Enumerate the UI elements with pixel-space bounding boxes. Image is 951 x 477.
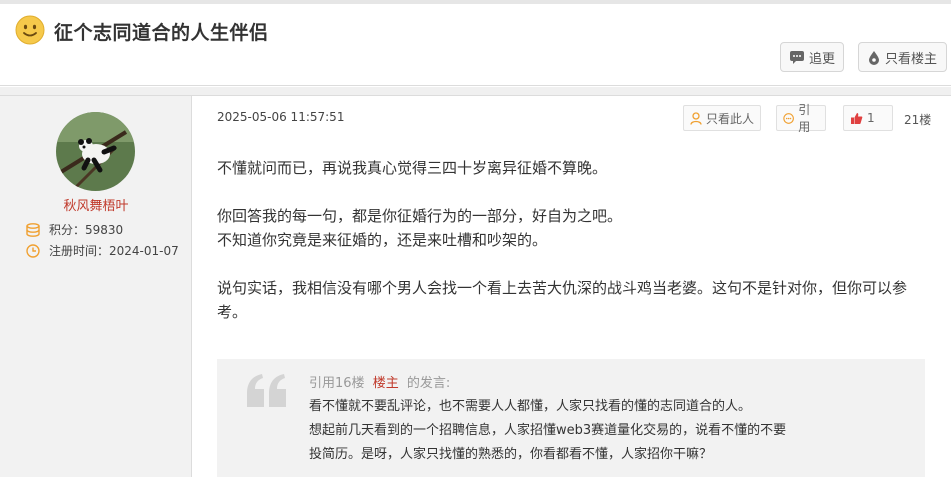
quote-line: 看不懂就不要乱评论，也不需要人人都懂，人家只找看的懂的志同道合的人。 [309, 399, 752, 414]
quote-button[interactable]: 引用 [776, 103, 826, 134]
author-registered: 注册时间：2024-01-07 [26, 242, 179, 259]
floor-number[interactable]: 21楼 [904, 111, 931, 128]
author-sidebar: 秋风舞梧叶 积分：59830 注册时间：2024-01-07 [0, 96, 192, 477]
section-divider [0, 87, 951, 95]
paragraph-spacer [217, 252, 927, 276]
quote-suffix: 的发言: [406, 376, 451, 391]
quote-line: 想起前几天看到的一个招聘信息，人家招懂web3赛道量化交易的，说看不懂的不要 [309, 423, 787, 438]
thread-header: 征个志同道合的人生伴侣 追更 只看楼主 [0, 4, 951, 86]
quoted-post: 引用16楼 楼主 的发言: 看不懂就不要乱评论，也不需要人人都懂，人家只找看的懂… [217, 359, 925, 477]
author-points: 积分：59830 [26, 221, 123, 238]
paragraph: 不知道你究竟是来征婚的，还是来吐槽和吵架的。 [217, 231, 548, 249]
avatar[interactable] [56, 112, 135, 191]
chat-bubble-icon [790, 51, 804, 64]
follow-label: 追更 [809, 51, 836, 67]
quote-label: 引用 [798, 103, 811, 134]
thread-title: 征个志同道合的人生伴侣 [54, 22, 269, 44]
post-body: 不懂就问而已，再说我真心觉得三四十岁离异征婚不算晚。 你回答我的每一句，都是你征… [217, 156, 927, 324]
paragraph: 不懂就问而已，再说我真心觉得三四十岁离异征婚不算晚。 [217, 159, 608, 177]
quote-prefix: 引用16楼 [309, 376, 365, 391]
like-count: 1 [867, 111, 875, 125]
user-icon [690, 111, 702, 125]
quote-owner-link[interactable]: 楼主 [373, 376, 399, 391]
only-view-owner-button[interactable]: 只看楼主 [858, 42, 947, 72]
smiley-icon [15, 15, 45, 45]
author-name[interactable]: 秋风舞梧叶 [0, 195, 192, 214]
quote-text: 看不懂就不要乱评论，也不需要人人都懂，人家只找看的懂的志同道合的人。 想起前几天… [309, 395, 909, 467]
quotation-mark-icon [247, 374, 286, 407]
quote-line: 投简历。是呀，人家只找懂的熟悉的，你看都看不懂，人家招你干嘛？ [309, 447, 713, 462]
post-timestamp: 2025-05-06 11:57:51 [217, 110, 345, 124]
panda-avatar-image [56, 112, 135, 191]
paragraph: 你回答我的每一句，都是你征婚行为的一部分，好自为之吧。 [217, 207, 623, 225]
only-owner-label: 只看楼主 [885, 51, 938, 67]
coins-icon [26, 222, 40, 237]
follow-button[interactable]: 追更 [780, 42, 844, 72]
quote-header: 引用16楼 楼主 的发言: [309, 372, 450, 391]
drop-icon [869, 50, 879, 65]
points-text: 积分：59830 [49, 223, 124, 237]
only-this-user-button[interactable]: 只看此人 [683, 105, 761, 131]
paragraph: 说句实话，我相信没有哪个男人会找一个看上去苦大仇深的战斗鸡当老婆。这句不是针对你… [217, 279, 908, 321]
clock-icon [26, 243, 40, 258]
quote-bubble-icon [783, 112, 794, 124]
like-button[interactable]: 1 [843, 105, 893, 131]
thumbs-up-icon [851, 112, 863, 124]
paragraph-spacer [217, 180, 927, 204]
post-content: 2025-05-06 11:57:51 只看此人 引用 1 21楼 不懂就问而已… [193, 96, 951, 477]
post-21: 秋风舞梧叶 积分：59830 注册时间：2024-01-07 2025-05-0… [0, 95, 951, 477]
registered-text: 注册时间：2024-01-07 [49, 244, 179, 258]
only-this-label: 只看此人 [706, 111, 755, 126]
